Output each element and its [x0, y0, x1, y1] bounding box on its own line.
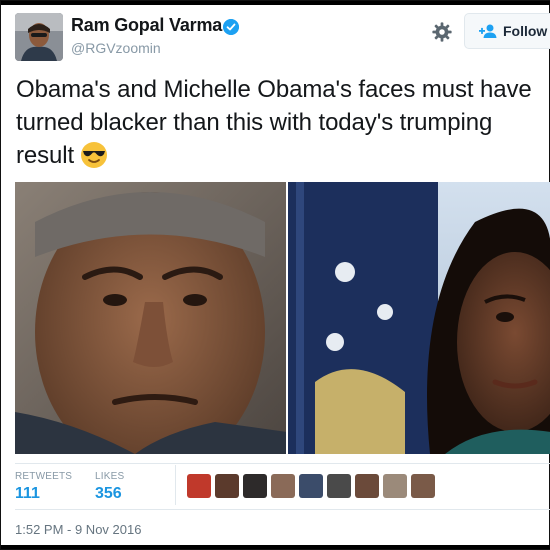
liker-avatar[interactable]: [383, 474, 407, 498]
liker-avatar[interactable]: [271, 474, 295, 498]
liker-avatar[interactable]: [187, 474, 211, 498]
liker-avatar[interactable]: [299, 474, 323, 498]
bottom-border: [1, 545, 550, 549]
liker-avatar[interactable]: [243, 474, 267, 498]
top-border: [1, 1, 550, 5]
stats-divider-bottom: [15, 509, 550, 510]
author-name[interactable]: Ram Gopal Varma: [71, 15, 222, 36]
liker-avatar[interactable]: [215, 474, 239, 498]
tweet-text: Obama's and Michelle Obama's faces must …: [16, 73, 541, 172]
tweet-card: Ram Gopal Varma @RGVzoomin Follow Obama': [0, 0, 550, 550]
tweet-timestamp[interactable]: 1:52 PM - 9 Nov 2016: [15, 522, 141, 537]
follow-button[interactable]: Follow: [464, 13, 550, 49]
retweets-count[interactable]: 111: [15, 485, 40, 503]
author-avatar[interactable]: [15, 13, 63, 61]
liker-avatar[interactable]: [355, 474, 379, 498]
gear-icon[interactable]: [431, 21, 453, 43]
retweets-label: RETWEETS: [15, 471, 73, 482]
stats-divider-top: [15, 463, 550, 464]
likes-count[interactable]: 356: [95, 485, 122, 503]
stats-separator: [175, 465, 176, 505]
author-handle[interactable]: @RGVzoomin: [71, 40, 161, 56]
sunglasses-face-icon: [81, 142, 108, 168]
add-user-icon: [479, 24, 497, 38]
likes-label: LIKES: [95, 471, 125, 482]
liker-avatar[interactable]: [411, 474, 435, 498]
verified-badge-icon: [223, 19, 239, 35]
tweet-media-image[interactable]: [15, 182, 550, 454]
liker-avatar[interactable]: [327, 474, 351, 498]
follow-label: Follow: [503, 23, 548, 39]
